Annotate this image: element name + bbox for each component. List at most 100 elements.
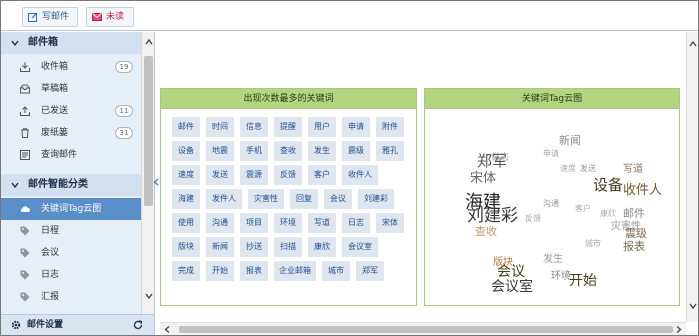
sidebar-item-search-mail[interactable]: 查询邮件 [1, 144, 141, 166]
scroll-down-icon[interactable] [145, 292, 153, 300]
scroll-left-icon[interactable] [164, 326, 171, 333]
keyword-chip[interactable]: 项目 [240, 213, 268, 233]
main-vertical-scrollbar[interactable] [686, 32, 698, 322]
keyword-chip[interactable]: 海建 [172, 189, 200, 209]
keyword-chip[interactable]: 会议 [324, 189, 352, 209]
scroll-right-icon[interactable] [675, 326, 682, 333]
keyword-chip[interactable]: 抄送 [240, 237, 268, 257]
tag-cloud-word[interactable]: 邮件 [623, 208, 645, 219]
keyword-chip[interactable]: 回复 [290, 189, 318, 209]
tag-icon [20, 292, 30, 302]
tag-cloud-word[interactable]: 查收 [475, 226, 497, 237]
sidebar-item-tag-cloud[interactable]: 关键词Tag云图 [1, 198, 141, 220]
keyword-chip[interactable]: 客户 [308, 165, 336, 185]
keyword-chip[interactable]: 地震 [206, 141, 234, 161]
tag-cloud-word[interactable]: 环境 [551, 272, 571, 282]
keyword-chip[interactable]: 震级 [342, 141, 370, 161]
sidebar-item-schedule[interactable]: 日程 [1, 220, 141, 242]
keyword-chip[interactable]: 信息 [240, 117, 268, 137]
keyword-chip[interactable]: 发送 [206, 165, 234, 185]
keyword-chip[interactable]: 开始 [206, 261, 234, 281]
keyword-chip[interactable]: 报表 [240, 261, 268, 281]
keyword-chip[interactable]: 提醒 [274, 117, 302, 137]
tag-cloud-word[interactable]: 刘建彩 [467, 208, 518, 225]
tag-cloud-word[interactable]: 速度 [560, 165, 576, 173]
keyword-chip[interactable]: 震源 [240, 165, 268, 185]
tag-cloud-word[interactable]: 申请 [543, 150, 559, 158]
sidebar-item-sent[interactable]: 已发送 11 [1, 100, 141, 122]
keyword-chip[interactable]: 时间 [206, 117, 234, 137]
tag-cloud-word[interactable]: 设备 [593, 178, 623, 193]
unread-button[interactable]: 未读 [86, 7, 134, 27]
keyword-chip[interactable]: 雅孔 [376, 141, 404, 161]
refresh-icon[interactable] [133, 320, 143, 330]
tag-cloud-word[interactable]: 康欣 [600, 210, 616, 218]
tag-cloud-word[interactable]: 宋体 [470, 172, 496, 185]
smart-category-section-header[interactable]: 邮件智能分类 [1, 174, 141, 196]
mailbox-section-header[interactable]: 邮件箱 [1, 32, 141, 54]
keyword-chip[interactable]: 收件人 [342, 165, 378, 185]
keyword-chip[interactable]: 郑军 [356, 261, 384, 281]
keyword-chip[interactable]: 查收 [274, 141, 302, 161]
tag-cloud-word[interactable]: 开始 [569, 274, 597, 288]
keyword-chip[interactable]: 用户 [308, 117, 336, 137]
tag-cloud-word[interactable]: 震级 [625, 228, 647, 239]
keyword-chip[interactable]: 版块 [172, 237, 200, 257]
keyword-chip[interactable]: 扫描 [274, 237, 302, 257]
trash-icon [21, 128, 29, 138]
tag-cloud-word[interactable]: 发生 [543, 255, 563, 265]
mail-settings-bar[interactable]: 邮件设置 [1, 314, 154, 335]
tag-icon [20, 226, 30, 236]
tag-cloud-word[interactable]: 反馈 [525, 215, 541, 223]
keyword-chip[interactable]: 附件 [376, 117, 404, 137]
tag-cloud-word[interactable]: 版块 [493, 258, 513, 268]
tag-cloud-word[interactable]: 报表 [623, 241, 645, 252]
tag-cloud-word[interactable]: 新闻 [559, 135, 581, 146]
sidebar-item-inbox[interactable]: 收件箱 19 [1, 56, 141, 78]
scrollbar-thumb[interactable] [179, 326, 673, 333]
keyword-chip[interactable]: 宋体 [376, 213, 404, 233]
sidebar-item-log[interactable]: 日志 [1, 264, 141, 286]
keyword-chip[interactable]: 企业邮箱 [274, 261, 316, 281]
keyword-chip[interactable]: 完成 [172, 261, 200, 281]
sidebar-item-report[interactable]: 汇报 [1, 286, 141, 308]
keyword-chip[interactable]: 日志 [342, 213, 370, 233]
scroll-up-icon[interactable] [689, 40, 697, 48]
sidebar-item-drafts[interactable]: 草稿箱 [1, 78, 141, 100]
keyword-chip[interactable]: 城市 [322, 261, 350, 281]
keyword-chip[interactable]: 发件人 [206, 189, 242, 209]
main-horizontal-scrollbar[interactable] [160, 322, 686, 335]
keyword-chip[interactable]: 写道 [308, 213, 336, 233]
keyword-chip[interactable]: 设备 [172, 141, 200, 161]
tag-cloud-word[interactable]: 沟通 [543, 200, 559, 208]
sidebar-item-meeting[interactable]: 会议 [1, 242, 141, 264]
sidebar-scrollbar[interactable] [141, 32, 154, 314]
keyword-chip[interactable]: 速度 [172, 165, 200, 185]
tag-cloud-word[interactable]: 客户 [575, 205, 591, 213]
keyword-chip[interactable]: 邮件 [172, 117, 200, 137]
keyword-chip[interactable]: 灾害性 [248, 189, 284, 209]
tag-cloud-word[interactable]: 发送 [580, 165, 596, 173]
tag-cloud-word[interactable]: 城市 [585, 240, 601, 248]
keyword-chip[interactable]: 刘建彩 [358, 189, 394, 209]
keyword-chip[interactable]: 申请 [342, 117, 370, 137]
sidebar-item-trash[interactable]: 废纸篓 31 [1, 122, 141, 144]
tag-cloud-word[interactable]: 收件人 [623, 184, 662, 197]
tag-cloud-word[interactable]: 写道 [623, 165, 643, 175]
keyword-chip[interactable]: 康欣 [308, 237, 336, 257]
scroll-up-icon[interactable] [145, 38, 153, 46]
scroll-down-icon[interactable] [689, 302, 697, 310]
collapse-sidebar-icon[interactable] [153, 178, 159, 186]
keyword-chip[interactable]: 使用 [172, 213, 200, 233]
keyword-chip[interactable]: 反馈 [274, 165, 302, 185]
keyword-chip[interactable]: 手机 [240, 141, 268, 161]
tag-cloud-word[interactable]: 日志 [491, 154, 509, 163]
keyword-chip[interactable]: 环境 [274, 213, 302, 233]
keyword-chip[interactable]: 新闻 [206, 237, 234, 257]
scrollbar-thumb[interactable] [144, 56, 153, 206]
tag-cloud-word[interactable]: 会议室 [491, 280, 533, 294]
keyword-chip[interactable]: 发生 [308, 141, 336, 161]
compose-button[interactable]: 写邮件 [22, 7, 78, 27]
keyword-chip[interactable]: 会议室 [342, 237, 378, 257]
keyword-chip[interactable]: 沟通 [206, 213, 234, 233]
